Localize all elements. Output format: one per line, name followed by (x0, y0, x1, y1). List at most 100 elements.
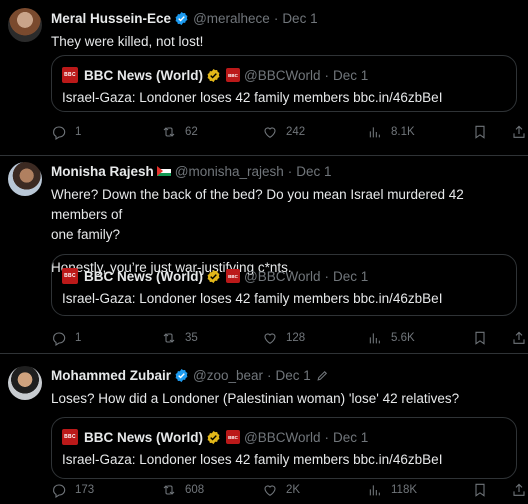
bookmark-icon (475, 125, 485, 139)
like-button[interactable]: 242 (262, 124, 305, 140)
separator-dot: · (287, 163, 293, 179)
share-icon (513, 331, 525, 344)
reply-count: 1 (75, 332, 82, 344)
quoted-tweet[interactable]: BBC BBC News (World) BBC @BBCWorld · Dec… (51, 254, 517, 316)
separator-dot: · (324, 67, 330, 83)
like-button[interactable]: 128 (262, 330, 305, 346)
separator-dot: · (273, 10, 279, 26)
separator-dot: · (267, 367, 272, 383)
bookmark-button[interactable] (472, 482, 496, 498)
edit-pencil-icon[interactable] (316, 369, 329, 382)
author-handle[interactable]: @meralhece (193, 11, 270, 26)
bbc-avatar[interactable]: BBC (62, 67, 78, 83)
views-count: 118K (391, 484, 418, 496)
affiliate-badge-icon: BBC (226, 430, 241, 444)
views-icon (369, 127, 380, 138)
tweet-text: They were killed, not lost! (51, 34, 204, 49)
like-count: 2K (286, 484, 301, 496)
share-icon (513, 125, 525, 138)
tweet-text-line: Where? Down the back of the bed? Do you … (51, 187, 464, 222)
quoted-tweet[interactable]: BBC BBC News (World) BBC @BBCWorld · Dec… (51, 417, 517, 479)
views-count: 5.6K (391, 332, 415, 344)
reply-count: 1 (75, 126, 82, 138)
quoted-author-name[interactable]: BBC News (World) (84, 68, 203, 83)
quoted-timestamp: Dec 1 (333, 268, 369, 284)
reply-button[interactable]: 1 (51, 124, 81, 140)
share-button[interactable] (511, 124, 528, 140)
reply-icon (53, 126, 66, 140)
author-handle[interactable]: @zoo_bear (193, 368, 263, 383)
like-icon (264, 333, 276, 344)
share-button[interactable] (511, 330, 528, 346)
tweet-timestamp[interactable]: Dec 1 (296, 164, 331, 179)
bbc-avatar[interactable]: BBC (62, 268, 78, 284)
repost-icon (163, 333, 175, 343)
views-button[interactable]: 8.1K (367, 124, 415, 140)
quoted-timestamp: Dec 1 (333, 429, 369, 445)
reply-count: 173 (75, 484, 95, 496)
verified-badge-icon (175, 11, 188, 25)
quoted-text: Israel-Gaza: Londoner loses 42 family me… (62, 291, 443, 306)
verified-badge-icon (175, 368, 188, 382)
like-icon (264, 485, 276, 496)
separator-dot: · (324, 429, 330, 445)
repost-button[interactable]: 35 (161, 330, 198, 346)
reply-icon (53, 484, 66, 498)
views-icon (369, 333, 380, 344)
bookmark-button[interactable] (472, 124, 496, 140)
gold-badge-icon (207, 269, 220, 283)
tweet[interactable]: Mohammed Zubair @zoo_bear · Dec 1 Loses?… (0, 354, 528, 504)
author-name[interactable]: Meral Hussein-Ece (51, 11, 171, 26)
repost-button[interactable]: 608 (161, 482, 204, 498)
views-count: 8.1K (391, 126, 415, 138)
tweet-text: Loses? How did a Londoner (Palestinian w… (51, 391, 460, 406)
views-button[interactable]: 5.6K (367, 330, 415, 346)
quoted-author-handle: @BBCWorld (244, 429, 321, 445)
repost-icon (163, 485, 175, 495)
avatar[interactable] (8, 8, 42, 42)
avatar[interactable] (8, 162, 42, 196)
author-handle[interactable]: @monisha_rajesh (175, 164, 284, 179)
bookmark-button[interactable] (472, 330, 496, 346)
repost-count: 35 (185, 332, 198, 344)
repost-count: 62 (185, 126, 198, 138)
tweet[interactable]: Meral Hussein-Ece @meralhece · Dec 1 The… (0, 0, 528, 156)
views-button[interactable]: 118K (367, 482, 417, 498)
affiliate-badge-icon: BBC (226, 68, 241, 82)
bookmark-icon (475, 483, 485, 497)
palestine-flag-icon (156, 166, 171, 176)
like-icon (264, 127, 276, 138)
quoted-timestamp: Dec 1 (333, 67, 369, 83)
like-count: 242 (286, 126, 306, 138)
gold-badge-icon (207, 68, 220, 82)
author-name[interactable]: Monisha Rajesh (51, 164, 154, 179)
avatar[interactable] (8, 366, 42, 400)
quoted-author-handle: @BBCWorld (244, 67, 321, 83)
tweet-timestamp[interactable]: Dec 1 (282, 11, 317, 26)
share-button[interactable] (511, 482, 528, 498)
reply-button[interactable]: 1 (51, 330, 81, 346)
reply-icon (53, 332, 66, 346)
author-name[interactable]: Mohammed Zubair (51, 368, 171, 383)
like-button[interactable]: 2K (262, 482, 300, 498)
reply-button[interactable]: 173 (51, 482, 94, 498)
quoted-author-handle: @BBCWorld (244, 268, 321, 284)
views-icon (369, 485, 380, 496)
quoted-text: Israel-Gaza: Londoner loses 42 family me… (62, 452, 443, 467)
quoted-text: Israel-Gaza: Londoner loses 42 family me… (62, 90, 443, 105)
quoted-author-name[interactable]: BBC News (World) (84, 269, 203, 284)
separator-dot: · (324, 268, 330, 284)
quoted-author-name[interactable]: BBC News (World) (84, 430, 203, 445)
quoted-tweet[interactable]: BBC BBC News (World) BBC @BBCWorld · Dec… (51, 55, 517, 112)
affiliate-badge-icon: BBC (226, 269, 241, 283)
bookmark-icon (475, 331, 485, 345)
tweet-text-line: one family? (51, 227, 121, 242)
bbc-avatar[interactable]: BBC (62, 429, 78, 445)
repost-button[interactable]: 62 (161, 124, 198, 140)
repost-icon (163, 127, 175, 137)
gold-badge-icon (207, 430, 220, 444)
tweet[interactable]: Monisha Rajesh @monisha_rajesh · Dec 1 W… (0, 156, 528, 354)
tweet-timestamp[interactable]: Dec 1 (276, 368, 311, 383)
like-count: 128 (286, 332, 306, 344)
share-icon (513, 483, 525, 496)
